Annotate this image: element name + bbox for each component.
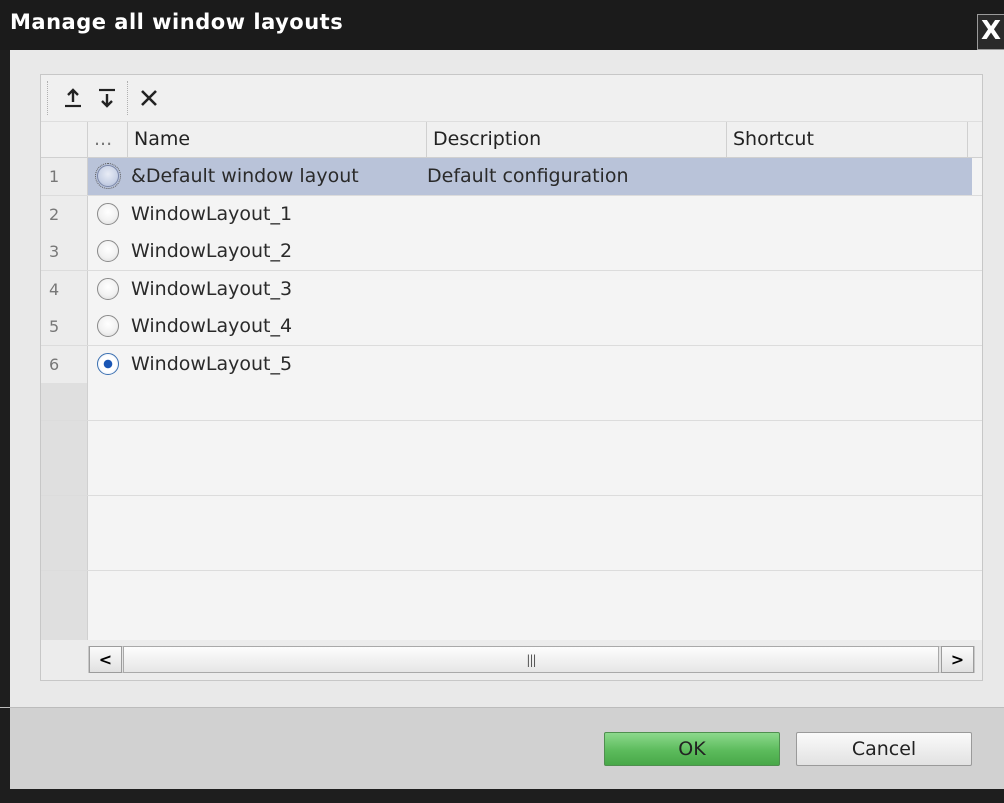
scroll-thumb[interactable]: |||	[123, 646, 939, 673]
cell-name[interactable]: WindowLayout_3	[131, 271, 292, 308]
header-description[interactable]: Description	[427, 122, 727, 157]
empty-row	[41, 570, 982, 609]
empty-row	[41, 458, 982, 496]
row-number-empty	[41, 495, 88, 533]
chevron-right-icon: >	[950, 650, 965, 669]
title-bar: Manage all window layouts X	[0, 0, 1004, 50]
row-number-empty	[41, 533, 88, 570]
chevron-left-icon: <	[98, 650, 113, 669]
empty-row	[41, 495, 982, 534]
row-content: WindowLayout_1	[88, 195, 982, 233]
move-up-button[interactable]	[59, 84, 87, 112]
row-content-empty	[88, 570, 982, 608]
row-number-empty	[41, 458, 88, 495]
close-icon: X	[980, 16, 1002, 46]
row-number: 1	[41, 158, 88, 195]
row-content: WindowLayout_3	[88, 270, 982, 308]
table-row[interactable]: 5 WindowLayout_4	[41, 308, 982, 346]
empty-row	[41, 420, 982, 459]
empty-row	[41, 533, 982, 571]
empty-row	[41, 383, 982, 421]
layout-radio[interactable]	[97, 315, 119, 337]
layout-radio[interactable]	[97, 202, 119, 225]
layout-radio[interactable]	[95, 163, 121, 189]
cancel-button[interactable]: Cancel	[796, 732, 972, 766]
row-number: 2	[41, 195, 88, 233]
row-content-empty	[88, 458, 982, 495]
cell-name[interactable]: WindowLayout_2	[131, 233, 292, 270]
row-number: 4	[41, 270, 88, 308]
row-content: &Default window layout Default configurat…	[88, 158, 972, 195]
cell-name[interactable]: &Default window layout	[131, 158, 359, 195]
table-row[interactable]: 4 WindowLayout_3	[41, 270, 982, 309]
move-up-icon	[65, 88, 81, 108]
toolbar-grip	[47, 81, 48, 115]
dialog-footer: OK Cancel	[0, 707, 1004, 790]
header-name[interactable]: Name	[128, 122, 427, 157]
footer-edge	[0, 708, 10, 790]
header-row-num	[41, 122, 88, 157]
cell-description[interactable]: Default configuration	[427, 158, 629, 195]
layouts-table: ... Name Description Shortcut 1 &Default …	[40, 74, 983, 681]
horizontal-scrollbar: < ||| >	[41, 640, 982, 680]
window-bottom-edge	[0, 789, 1004, 803]
scroll-left-button[interactable]: <	[89, 646, 122, 673]
layout-radio[interactable]	[97, 240, 119, 262]
grip-icon: |||	[526, 652, 536, 667]
row-number: 5	[41, 308, 88, 345]
row-number: 6	[41, 345, 88, 383]
table-row[interactable]: 6 WindowLayout_5	[41, 345, 982, 384]
header-shortcut[interactable]: Shortcut	[727, 122, 968, 157]
cell-name[interactable]: WindowLayout_5	[131, 346, 292, 383]
row-number: 3	[41, 233, 88, 270]
row-number-empty	[41, 570, 88, 608]
row-number-empty	[41, 420, 88, 458]
row-number-empty	[41, 383, 88, 420]
row-content-empty	[88, 495, 982, 533]
header-select[interactable]: ...	[88, 122, 128, 157]
toolbar-separator	[127, 81, 128, 115]
row-content: WindowLayout_2	[88, 233, 982, 270]
cell-name[interactable]: WindowLayout_4	[131, 308, 292, 345]
dialog-title: Manage all window layouts	[10, 10, 344, 34]
row-content-empty	[88, 533, 982, 570]
row-content: WindowLayout_5	[88, 345, 982, 383]
table-row[interactable]: 1 &Default window layout Default configura…	[41, 158, 982, 196]
dialog-body: ... Name Description Shortcut 1 &Default …	[10, 50, 1004, 707]
move-down-button[interactable]	[93, 84, 121, 112]
table-row[interactable]: 2 WindowLayout_1	[41, 195, 982, 234]
delete-button[interactable]	[135, 84, 163, 112]
table-toolbar	[41, 75, 982, 122]
close-button[interactable]: X	[977, 14, 1004, 50]
cell-name[interactable]: WindowLayout_1	[131, 196, 292, 233]
move-down-icon	[99, 88, 115, 108]
row-content-empty	[88, 383, 982, 420]
layout-radio[interactable]	[97, 277, 119, 300]
table-row[interactable]: 3 WindowLayout_2	[41, 233, 982, 271]
delete-icon	[141, 90, 157, 106]
layout-radio[interactable]	[97, 352, 119, 375]
ok-button[interactable]: OK	[604, 732, 780, 766]
scroll-right-button[interactable]: >	[941, 646, 974, 673]
table-header: ... Name Description Shortcut	[41, 122, 982, 158]
row-content-empty	[88, 420, 982, 458]
row-content: WindowLayout_4	[88, 308, 982, 345]
